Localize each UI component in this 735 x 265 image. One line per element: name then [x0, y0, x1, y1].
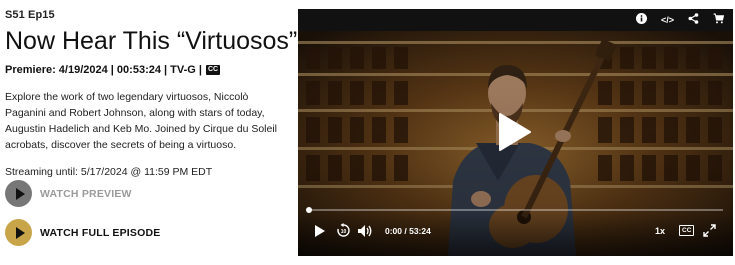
- volume-icon[interactable]: [357, 224, 373, 238]
- premiere-line: Premiere: 4/19/2024 | 00:53:24 | TV-G | …: [5, 64, 290, 76]
- big-play-icon[interactable]: [498, 112, 532, 152]
- cart-icon[interactable]: [713, 13, 725, 27]
- svg-text:10: 10: [341, 229, 347, 235]
- episode-info: S51 Ep15 Now Hear This “Virtuosos” Premi…: [5, 9, 298, 178]
- episode-description: Explore the work of two legendary virtuo…: [5, 91, 278, 151]
- seek-handle[interactable]: [306, 207, 312, 213]
- video-player[interactable]: </> 10 0:00 / 53:24 1x CC: [298, 9, 733, 256]
- seek-bar[interactable]: [306, 207, 723, 213]
- episode-title: Now Hear This “Virtuosos”: [5, 27, 298, 55]
- share-icon[interactable]: [688, 13, 699, 27]
- embed-icon[interactable]: </>: [661, 15, 674, 26]
- watch-full-episode-button[interactable]: WATCH FULL EPISODE: [5, 219, 160, 246]
- captions-button[interactable]: CC: [679, 225, 695, 236]
- play-icon: [5, 219, 32, 246]
- watch-full-episode-label: WATCH FULL EPISODE: [40, 226, 161, 239]
- watch-preview-button[interactable]: WATCH PREVIEW: [5, 180, 132, 207]
- info-icon[interactable]: [635, 13, 647, 27]
- episode-code: S51 Ep15: [5, 9, 55, 21]
- rewind-10-icon[interactable]: 10: [336, 223, 351, 238]
- play-icon: [5, 180, 32, 207]
- streaming-until: Streaming until: 5/17/2024 @ 11:59 PM ED…: [5, 166, 213, 178]
- closed-captions-badge: CC: [205, 65, 221, 75]
- play-icon[interactable]: [314, 224, 326, 238]
- watch-preview-label: WATCH PREVIEW: [40, 187, 132, 200]
- player-controls: 10 0:00 / 53:24 1x CC: [298, 221, 733, 243]
- playback-speed-button[interactable]: 1x: [655, 226, 665, 236]
- player-top-bar: </>: [298, 9, 733, 31]
- time-display: 0:00 / 53:24: [385, 226, 431, 236]
- premiere-text: Premiere: 4/19/2024 | 00:53:24 | TV-G |: [5, 64, 202, 76]
- fullscreen-icon[interactable]: [703, 224, 716, 237]
